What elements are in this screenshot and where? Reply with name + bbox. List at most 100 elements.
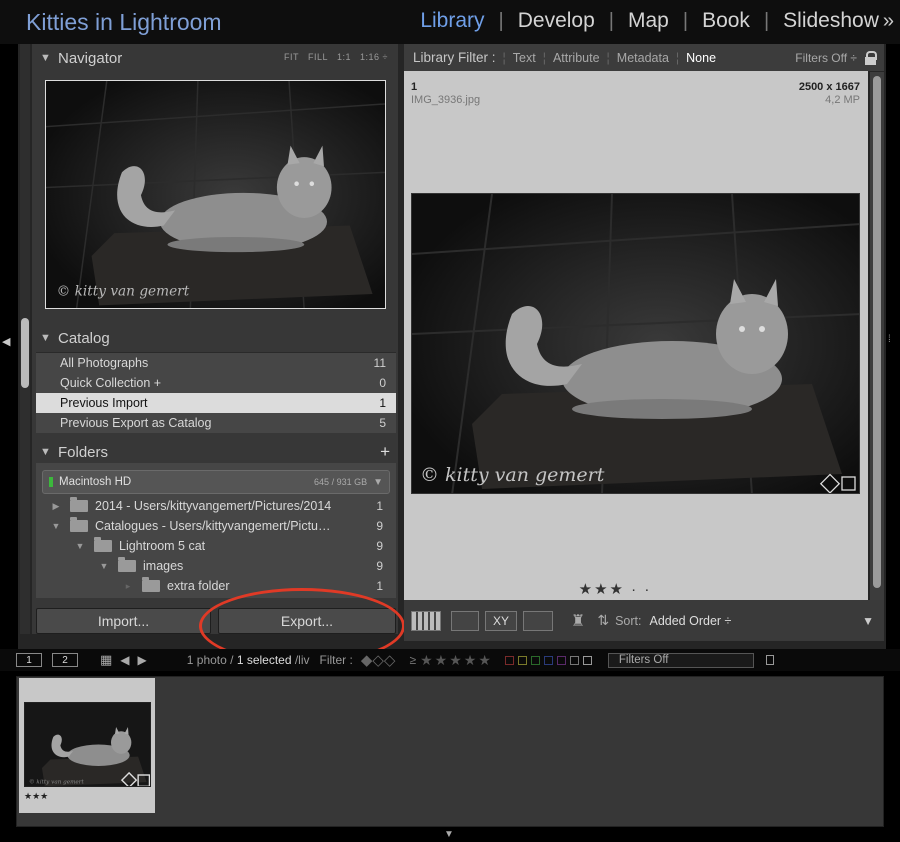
filmstrip-source: /liv [291,653,310,667]
forward-arrow-icon[interactable]: ▶ [138,653,147,667]
folder-row[interactable]: ▸ extra folder 1 [36,576,396,596]
filter-attribute[interactable]: Attribute [553,51,600,65]
folder-icon [118,557,136,572]
right-panel-toggle-icon[interactable]: ⁞ [888,334,891,345]
folder-name: extra folder [167,579,230,593]
module-library[interactable]: Library [420,9,484,33]
volume-macintosh-hd[interactable]: Macintosh HD 645 / 931 GB ▼ [42,470,390,494]
folder-row[interactable]: ▼ Lightroom 5 cat 9 [36,536,396,556]
image-dimensions: 2500 x 1667 [798,81,860,93]
cat-photo-icon: © kitty van gemert [25,703,150,786]
rating-star-icon[interactable]: ★ [420,652,433,669]
image-rating[interactable]: ★★★ · · [560,580,670,598]
folders-header[interactable]: ▼ Folders + [32,439,398,465]
module-map[interactable]: Map [628,9,669,33]
zoom-1-16[interactable]: 1:16 ÷ [360,52,388,62]
thumbnail-rating: ★★★ [24,791,49,801]
folder-row[interactable]: ▼ images 9 [36,556,396,576]
secondary-screen-icon[interactable]: 2 [52,653,78,667]
rating-star-icon[interactable]: ★ [435,652,448,669]
main-photo[interactable]: © kitty van gemert [411,193,860,494]
rating-star-icon[interactable]: ★ [464,652,477,669]
module-slideshow[interactable]: Slideshow [783,9,879,33]
cat-photo-icon: © kitty van gemert [46,81,385,308]
volume-collapse-icon[interactable]: ▼ [373,477,383,488]
folder-count: 9 [376,539,383,553]
left-panel-toggle-icon[interactable]: ◀ [2,335,10,348]
filter-text[interactable]: Text [513,51,536,65]
collapse-triangle-icon[interactable]: ▼ [74,541,86,551]
collapse-triangle-icon[interactable]: ▼ [98,561,110,571]
no-label-icon[interactable] [582,655,592,665]
back-arrow-icon[interactable]: ◀ [120,653,129,667]
green-label-icon[interactable] [530,655,540,665]
left-scrollbar-thumb[interactable] [21,318,29,388]
filmstrip-thumbnail[interactable]: © kitty van gemert [24,702,151,787]
catalog-item-all-photographs[interactable]: All Photographs 11 [36,353,396,373]
filmstrip-header: 1 2 ▦ ◀ ▶ 1 photo / 1 selected /liv Filt… [0,649,900,671]
navigator-title: Navigator [58,49,123,67]
navigator-header[interactable]: ▼ Navigator FIT FILL 1:1 1:16 ÷ [32,45,398,71]
library-filter-title: Library Filter : [413,50,496,65]
filter-none[interactable]: None [686,51,716,65]
sort-select[interactable]: Added Order ÷ [649,614,731,628]
more-modules-icon[interactable]: » [883,10,894,33]
module-book[interactable]: Book [702,9,750,33]
filter-separator: ¦ [502,50,506,65]
import-button[interactable]: Import... [36,608,211,634]
catalog-item-previous-import[interactable]: Previous Import 1 [36,393,396,413]
compare-view-icon[interactable]: XY [485,610,517,631]
filter-presets-select[interactable]: Filters Off ÷ [795,51,857,65]
loupe-view-icon[interactable] [451,610,479,631]
filter-lock-icon[interactable] [765,655,774,665]
filmstrip-filter-label: Filter : [319,653,353,667]
folder-row[interactable]: ▼ Catalogues - Users/kittyvangemert/Pict… [36,516,396,536]
rating-star-icon[interactable]: ★ [449,652,462,669]
rating-star-icon[interactable]: ★ [478,652,491,669]
module-develop[interactable]: Develop [518,9,595,33]
grid-icon[interactable]: ▦ [100,652,112,668]
zoom-1-1[interactable]: 1:1 [337,52,351,62]
expand-triangle-icon[interactable]: ▶ [50,501,62,512]
folder-count: 9 [376,519,383,533]
purple-label-icon[interactable] [556,655,566,665]
catalog-item-count: 11 [373,356,386,370]
blue-label-icon[interactable] [543,655,553,665]
collapse-triangle-icon[interactable]: ▼ [40,52,54,64]
catalog-item-count: 1 [379,396,386,410]
lock-icon[interactable] [865,50,877,65]
catalog-item-quick-collection[interactable]: Quick Collection + 0 [36,373,396,393]
rating-operator[interactable]: ≥ [409,653,416,667]
collapse-triangle-icon[interactable]: ▼ [40,332,54,344]
collapse-triangle-icon[interactable]: ▼ [40,446,54,458]
catalog-header[interactable]: ▼ Catalog [32,325,398,351]
red-label-icon[interactable] [504,655,514,665]
filmstrip-toggle-icon[interactable]: ▼ [444,829,454,840]
filmstrip-filters-select[interactable]: Filters Off [607,652,754,668]
sort-direction-icon[interactable]: ⇅ [597,612,609,629]
grid-view-icon[interactable] [411,610,441,631]
module-separator: | [608,9,614,32]
zoom-fill[interactable]: FILL [308,52,328,62]
toolbar-menu-icon[interactable]: ▼ [862,614,874,628]
catalog-item-previous-export[interactable]: Previous Export as Catalog 5 [36,413,396,433]
survey-view-icon[interactable] [523,610,553,631]
collapse-triangle-icon[interactable]: ▼ [50,521,62,531]
zoom-fit[interactable]: FIT [284,52,299,62]
filter-metadata[interactable]: Metadata [617,51,669,65]
filter-separator: ¦ [542,50,546,65]
folder-name: Catalogues - Users/kittyvangemert/Pictu… [95,519,331,533]
loupe-scrollbar-thumb[interactable] [873,76,881,588]
navigator-preview[interactable]: © kitty van gemert [45,80,386,309]
yellow-label-icon[interactable] [517,655,527,665]
expand-triangle-icon[interactable]: ▸ [122,581,134,592]
custom-label-icon[interactable] [569,655,579,665]
folder-row[interactable]: ▶ 2014 - Users/kittyvangemert/Pictures/2… [36,496,396,516]
image-filename: IMG_3936.jpg [411,94,481,106]
painter-icon[interactable]: ♜ [571,611,585,631]
add-folder-icon[interactable]: + [380,442,390,462]
catalog-title: Catalog [58,329,110,347]
primary-screen-icon[interactable]: 1 [16,653,42,667]
flag-filter-icon[interactable]: ◆◇◇ [361,651,396,669]
export-button[interactable]: Export... [218,608,396,634]
